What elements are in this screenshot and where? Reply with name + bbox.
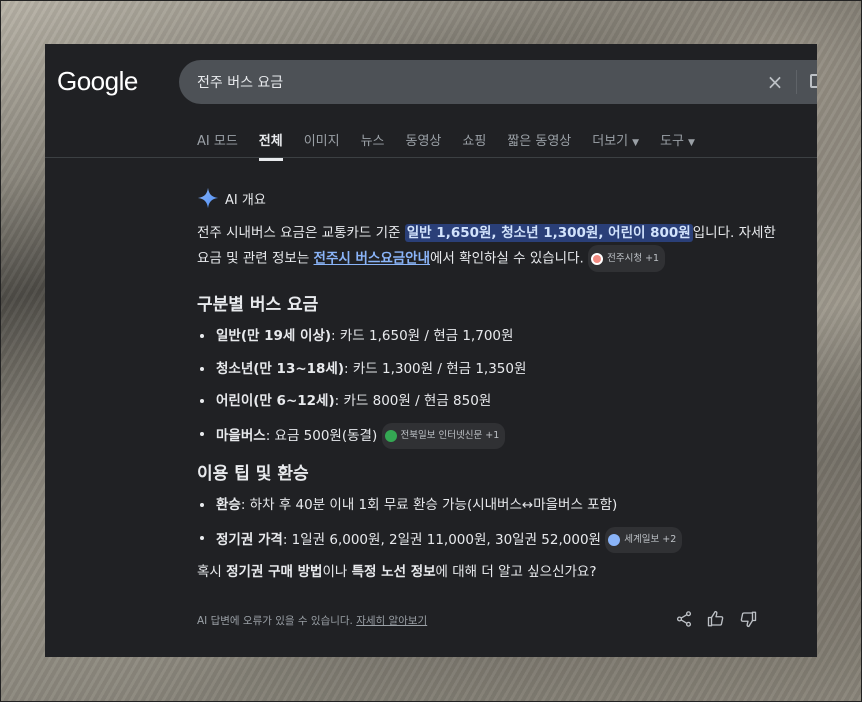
- item-label: 마을버스: [216, 427, 266, 444]
- chevron-down-icon: ▼: [688, 138, 695, 148]
- item-label: 일반(만 19세 이상): [216, 328, 332, 344]
- tips-list: 환승: 하차 후 40분 이내 1회 무료 환승 가능(시내버스↔마을버스 포함…: [197, 494, 787, 559]
- thumbs-up-icon[interactable]: [707, 610, 725, 628]
- ai-overview-header: AI 개요: [197, 187, 266, 209]
- intro-text: 전주 시내버스 요금은 교통카드 기준: [197, 225, 405, 241]
- list-item: 마을버스: 요금 500원(동결) 전북일보 인터넷신문 +1: [197, 422, 787, 456]
- tabs-divider: [45, 157, 817, 158]
- fare-list: 일반(만 19세 이상): 카드 1,650원 / 현금 1,700원 청소년(…: [197, 325, 787, 455]
- share-icon[interactable]: [675, 610, 693, 628]
- source-favicon-icon: [591, 252, 604, 265]
- tab-label: 전체: [258, 134, 283, 149]
- tab-label: 짧은 동영상: [507, 134, 572, 149]
- question-text: 혹시: [197, 564, 227, 580]
- list-item: 청소년(만 13~18세): 카드 1,300원 / 현금 1,350원: [197, 358, 787, 391]
- item-text: : 요금 500원(동결): [265, 427, 378, 444]
- google-logo[interactable]: Google: [57, 66, 138, 97]
- item-text: : 카드 1,650원 / 현금 1,700원: [331, 328, 514, 344]
- list-item: 어린이(만 6~12세): 카드 800원 / 현금 850원: [197, 390, 787, 423]
- chip-label: 세계일보 +2: [624, 533, 677, 545]
- section-heading: 구분별 버스 요금: [197, 295, 319, 315]
- tab-label: 뉴스: [360, 134, 385, 149]
- fare-highlight: 일반 1,650원, 청소년 1,300원, 어린이 800원: [404, 224, 693, 242]
- section-heading: 이용 팁 및 환승: [197, 464, 309, 484]
- source-chip[interactable]: 세계일보 +2: [605, 526, 683, 553]
- follow-up-question: 혹시 정기권 구매 방법이나 특정 노선 정보에 대해 더 알고 싶으신가요?: [197, 561, 787, 584]
- item-label: 청소년(만 13~18세): [216, 360, 345, 377]
- ai-overview-title: AI 개요: [225, 192, 266, 208]
- search-box[interactable]: 전주 버스 요금 ×: [179, 60, 817, 104]
- item-label: 환승: [216, 497, 241, 513]
- intro-text: 에서 확인하실 수 있습니다.: [430, 250, 584, 267]
- close-icon[interactable]: ×: [764, 71, 786, 93]
- disclaimer-text: AI 답변에 오류가 있을 수 있습니다.: [197, 615, 357, 627]
- item-text: : 1일권 6,000원, 2일권 11,000원, 30일권 52,000원: [282, 531, 601, 548]
- source-favicon-icon: [384, 429, 397, 442]
- tab-label: 도구: [660, 134, 684, 149]
- question-text: 이나: [322, 564, 352, 580]
- question-bold: 특정 노선 정보: [351, 564, 436, 580]
- tab-label: AI 모드: [197, 134, 238, 149]
- item-text: : 하차 후 40분 이내 1회 무료 환승 가능(시내버스↔마을버스 포함): [240, 497, 618, 513]
- list-item: 일반(만 19세 이상): 카드 1,650원 / 현금 1,700원: [197, 325, 787, 358]
- feedback-actions: [675, 610, 757, 628]
- question-bold: 정기권 구매 방법: [226, 564, 323, 580]
- learn-more-link[interactable]: 자세히 알아보기: [356, 615, 427, 627]
- intro-paragraph: 전주 시내버스 요금은 교통카드 기준 일반 1,650원, 청소년 1,300…: [197, 222, 787, 272]
- chevron-down-icon: ▼: [632, 138, 640, 148]
- thumbs-down-icon[interactable]: [739, 610, 757, 628]
- tab-label: 더보기: [592, 134, 629, 149]
- tab-label: 동영상: [405, 134, 442, 149]
- item-text: : 카드 1,300원 / 현금 1,350원: [344, 360, 527, 377]
- chip-label: 전주시청 +1: [607, 253, 660, 264]
- source-chip[interactable]: 전주시청 +1: [588, 245, 666, 272]
- ai-overview-content: 전주 시내버스 요금은 교통카드 기준 일반 1,650원, 청소년 1,300…: [197, 222, 787, 584]
- disclaimer: AI 답변에 오류가 있을 수 있습니다. 자세히 알아보기: [197, 613, 427, 628]
- tab-label: 이미지: [303, 134, 340, 149]
- bus-fare-link[interactable]: 전주시 버스요금안내: [314, 251, 430, 267]
- sparkle-icon: [197, 187, 219, 209]
- question-text: 에 대해 더 알고 싶으신가요?: [435, 564, 597, 580]
- list-item: 정기권 가격: 1일권 6,000원, 2일권 11,000원, 30일권 52…: [197, 526, 787, 560]
- chip-label: 전북일보 인터넷신문 +1: [400, 429, 500, 441]
- search-input[interactable]: 전주 버스 요금: [197, 72, 283, 92]
- search-divider: [796, 70, 797, 94]
- search-results-panel: Google 전주 버스 요금 × AI 모드 전체 이미지 뉴스 동영상 쇼핑…: [45, 44, 817, 657]
- item-text: : 카드 800원 / 현금 850원: [334, 393, 492, 409]
- source-favicon-icon: [608, 533, 621, 546]
- keyboard-icon[interactable]: [810, 74, 817, 88]
- item-label: 정기권 가격: [216, 531, 283, 548]
- tab-label: 쇼핑: [462, 134, 487, 149]
- source-chip[interactable]: 전북일보 인터넷신문 +1: [381, 422, 506, 449]
- list-item: 환승: 하차 후 40분 이내 1회 무료 환승 가능(시내버스↔마을버스 포함…: [197, 494, 787, 527]
- item-label: 어린이(만 6~12세): [216, 393, 335, 409]
